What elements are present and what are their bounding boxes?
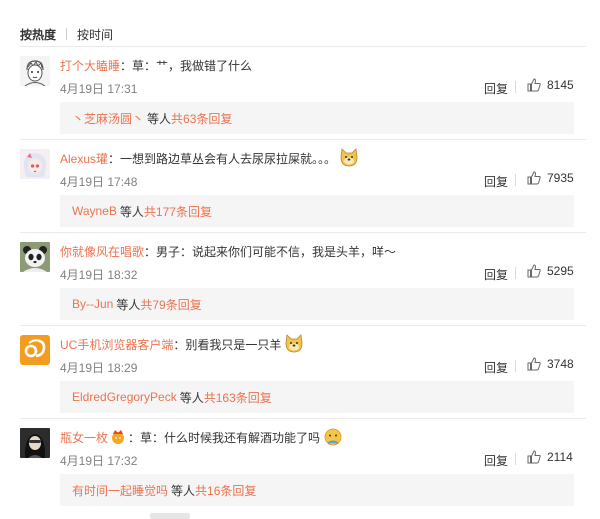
sub-reply-others: 等人 (119, 204, 144, 219)
action-divider (515, 81, 516, 93)
reply-button[interactable]: 回复 (484, 80, 508, 97)
comment-item: UC手机浏览器客户端 ：别看我只是一只羊 4月19日 18:29 回复 3748… (0, 325, 600, 417)
thumbs-up-icon (527, 171, 541, 185)
sub-replies-box[interactable]: 有时间一起睡觉吗 等人 共16条回复 (60, 474, 574, 506)
like-count: 2114 (547, 450, 573, 464)
sub-reply-username[interactable]: EldredGregoryPeck (72, 390, 177, 404)
sub-reply-others: 等人 (147, 111, 172, 126)
comment-body: Alexus瓘 ：一想到路边草丛会有人去尿尿拉屎就。。。 (60, 148, 359, 168)
username-link[interactable]: UC手机浏览器客户端 (60, 336, 173, 353)
divider (20, 418, 586, 419)
reply-button[interactable]: 回复 (484, 266, 508, 283)
thumbs-up-icon (527, 450, 541, 464)
comment-body: 打个大瞌睡 ：草：艹，我做错了什么 (60, 56, 252, 74)
sub-reply-others: 等人 (116, 297, 141, 312)
avatar[interactable] (20, 149, 50, 179)
sub-replies-box[interactable]: WayneB 等人 共177条回复 (60, 195, 574, 227)
comment-item: 瓶女一枚 ：草：什么时候我还有解酒功能了吗 4月19日 17:32 回复 211… (0, 418, 600, 510)
avatar[interactable] (20, 335, 50, 365)
comment-text: ：男子：说起来你们可能不信，我是头羊，咩～ (144, 244, 397, 259)
username-link[interactable]: 打个大瞌睡 (60, 57, 120, 74)
comment-time: 4月19日 17:32 (60, 454, 138, 468)
divider (20, 139, 586, 140)
comment-text: ：草：艹，我做错了什么 (120, 58, 253, 73)
username-link[interactable]: 你就像风在唱歌 (60, 243, 144, 260)
comment-body: 你就像风在唱歌 ：男子：说起来你们可能不信，我是头羊，咩～ (60, 242, 396, 260)
comment-body: UC手机浏览器客户端 ：别看我只是一只羊 (60, 334, 304, 354)
sub-reply-username[interactable]: WayneB (72, 204, 117, 218)
like-button[interactable]: 2114 (527, 450, 573, 464)
thumbs-up-icon (527, 264, 541, 278)
sort-by-hot-tab[interactable]: 按热度 (20, 26, 56, 43)
divider (20, 232, 586, 233)
sub-replies-box[interactable]: By--Jun 等人 共79条回复 (60, 288, 574, 320)
action-divider (515, 267, 516, 279)
comment-item: 打个大瞌睡 ：草：艹，我做错了什么 4月19日 17:31 回复 8145 丶芝… (0, 46, 600, 138)
sub-reply-username[interactable]: 丶芝麻汤圆丶 (72, 110, 144, 127)
sort-bar: 按热度 按时间 (20, 26, 113, 42)
awkward-emoji-icon (323, 427, 343, 447)
username-link[interactable]: 瓶女一枚 (60, 429, 108, 446)
like-count: 7935 (547, 171, 574, 185)
sub-reply-count-link[interactable]: 共177条回复 (144, 203, 212, 220)
comment-text: ：一想到路边草丛会有人去尿尿拉屎就。。。 (108, 151, 337, 166)
sub-replies-box[interactable]: EldredGregoryPeck 等人 共163条回复 (60, 381, 574, 413)
username-link[interactable]: Alexus瓘 (60, 150, 108, 167)
divider (20, 325, 586, 326)
comment-time: 4月19日 17:31 (60, 82, 138, 96)
comment-item: 你就像风在唱歌 ：男子：说起来你们可能不信，我是头羊，咩～ 4月19日 18:3… (0, 232, 600, 324)
divider (20, 46, 586, 47)
sort-divider (66, 28, 68, 40)
sort-by-time-tab[interactable]: 按时间 (77, 26, 113, 43)
comment-text: ：草：什么时候我还有解酒功能了吗 (128, 430, 321, 445)
action-divider (515, 453, 516, 465)
doge-emoji-icon (339, 148, 359, 168)
action-divider (515, 360, 516, 372)
like-button[interactable]: 7935 (527, 171, 574, 185)
sub-reply-others: 等人 (179, 390, 204, 405)
avatar[interactable] (20, 56, 50, 86)
comment-time: 4月19日 18:29 (60, 361, 138, 375)
reply-button[interactable]: 回复 (484, 359, 508, 376)
sub-reply-count-link[interactable]: 共79条回复 (140, 296, 201, 313)
like-count: 3748 (547, 357, 574, 371)
thumbs-up-icon (527, 357, 541, 371)
comment-body: 瓶女一枚 ：草：什么时候我还有解酒功能了吗 (60, 428, 343, 446)
member-badge-icon (110, 429, 126, 445)
like-count: 5295 (547, 264, 574, 278)
sub-reply-others: 等人 (171, 483, 196, 498)
avatar[interactable] (20, 242, 50, 272)
sub-reply-count-link[interactable]: 共16条回复 (195, 482, 256, 499)
like-button[interactable]: 8145 (527, 78, 574, 92)
next-comment-peek (150, 513, 190, 519)
sub-reply-username[interactable]: 有时间一起睡觉吗 (72, 482, 168, 499)
sub-reply-username[interactable]: By--Jun (72, 297, 113, 311)
doge-emoji-icon (284, 334, 304, 354)
reply-button[interactable]: 回复 (484, 452, 508, 469)
sub-replies-box[interactable]: 丶芝麻汤圆丶 等人 共63条回复 (60, 102, 574, 134)
reply-button[interactable]: 回复 (484, 173, 508, 190)
comment-time: 4月19日 17:48 (60, 175, 138, 189)
sub-reply-count-link[interactable]: 共163条回复 (204, 389, 272, 406)
sub-reply-count-link[interactable]: 共63条回复 (171, 110, 232, 127)
comment-item: Alexus瓘 ：一想到路边草丛会有人去尿尿拉屎就。。。 4月19日 17:48… (0, 139, 600, 231)
comment-time: 4月19日 18:32 (60, 268, 138, 282)
comment-panel: 按热度 按时间 打个大瞌睡 ：草：艹，我做错了什么 4月19日 17:31 回复 (0, 0, 600, 519)
like-button[interactable]: 5295 (527, 264, 574, 278)
avatar[interactable] (20, 428, 50, 458)
like-count: 8145 (547, 78, 574, 92)
thumbs-up-icon (527, 78, 541, 92)
like-button[interactable]: 3748 (527, 357, 574, 371)
comment-text: ：别看我只是一只羊 (173, 337, 282, 352)
action-divider (515, 174, 516, 186)
